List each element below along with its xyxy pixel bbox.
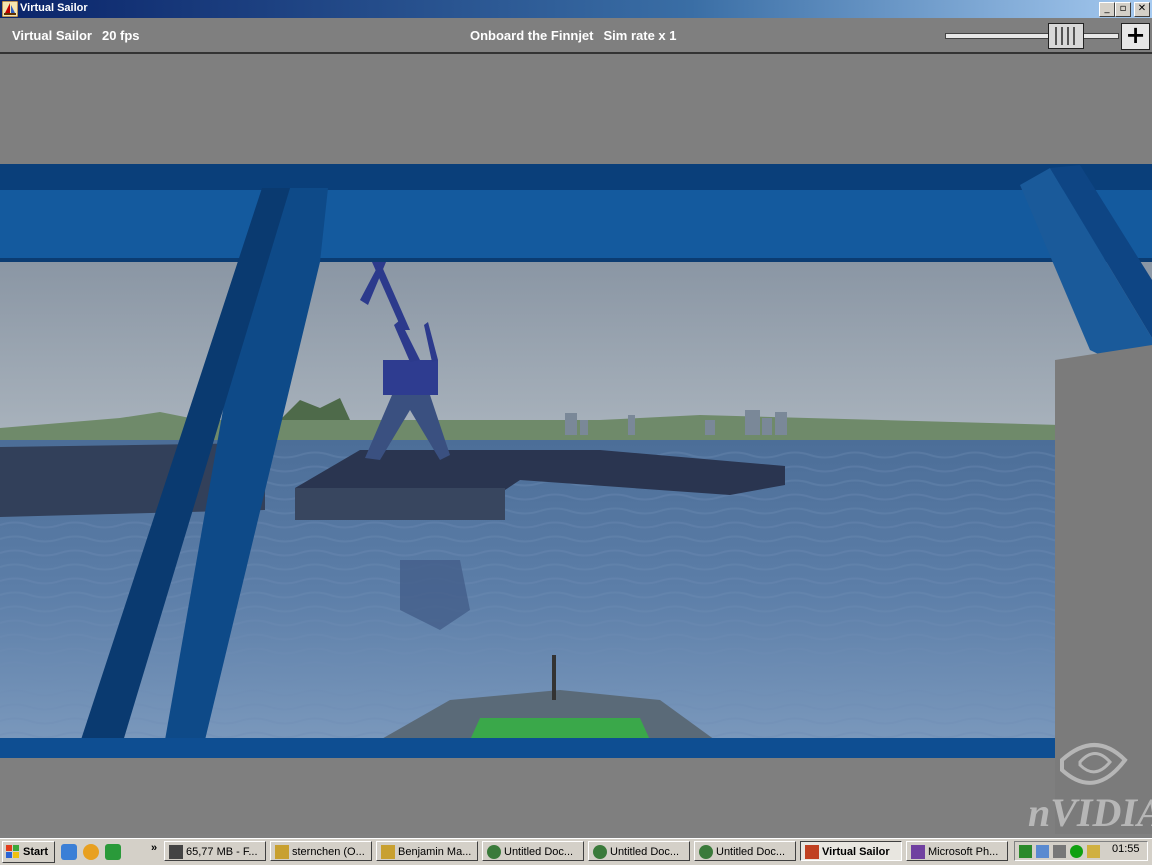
bridge-console-top <box>0 758 1152 834</box>
windows-logo-icon <box>6 845 19 858</box>
close-button[interactable]: ✕ <box>1134 2 1150 17</box>
chat-icon <box>275 845 289 859</box>
media-player-icon[interactable] <box>83 844 99 860</box>
zoom-slider-track[interactable] <box>945 33 1119 39</box>
taskbar-item[interactable]: Untitled Doc... <box>482 841 584 861</box>
globe-icon <box>487 845 501 859</box>
start-button[interactable]: Start <box>2 841 55 863</box>
bridge-window-top-rail <box>0 164 1152 190</box>
taskbar-item-active[interactable]: Virtual Sailor <box>800 841 902 861</box>
internet-explorer-icon[interactable] <box>61 844 77 860</box>
taskbar-item[interactable]: Microsoft Ph... <box>906 841 1008 861</box>
hud-status-left: Virtual Sailor 20 fps <box>12 28 140 43</box>
hud-status-center: Onboard the Finnjet Sim rate x 1 <box>470 28 677 43</box>
globe-icon <box>699 845 713 859</box>
folder-icon[interactable] <box>1087 845 1100 858</box>
globe-icon <box>593 845 607 859</box>
nvidia-watermark-text: nVIDIA <box>1028 790 1152 834</box>
hud-app-name: Virtual Sailor <box>12 28 92 43</box>
sailboat-icon <box>805 845 819 859</box>
zoom-slider-thumb[interactable] <box>1048 23 1084 49</box>
start-label: Start <box>23 846 49 858</box>
bridge-ceiling <box>0 54 1152 164</box>
taskbar-clock[interactable]: 01:55 <box>1112 841 1140 857</box>
hud-vessel: Onboard the Finnjet <box>470 28 594 43</box>
window-title-bar[interactable]: Virtual Sailor _ ▫ ✕ <box>0 0 1152 18</box>
bridge-window-sill <box>0 738 1152 758</box>
window-title: Virtual Sailor <box>20 2 88 14</box>
taskbar-item[interactable]: Untitled Doc... <box>694 841 796 861</box>
bridge-view-scene[interactable]: nVIDIA <box>0 54 1152 834</box>
zoom-in-button[interactable]: + <box>1121 23 1150 50</box>
taskbar-item[interactable]: Benjamin Ma... <box>376 841 478 861</box>
sim-hud-bar: Virtual Sailor 20 fps Onboard the Finnjet… <box>0 18 1152 54</box>
network-icon[interactable] <box>1019 845 1032 858</box>
monitor-icon[interactable] <box>1036 845 1049 858</box>
photoeditor-icon <box>911 845 925 859</box>
sailboat-icon <box>2 1 18 17</box>
quicklaunch-overflow-button[interactable]: » <box>151 842 157 854</box>
status-dot-icon[interactable] <box>1070 845 1083 858</box>
minimize-button[interactable]: _ <box>1099 2 1115 17</box>
taskbar-item[interactable]: Untitled Doc... <box>588 841 690 861</box>
show-desktop-icon[interactable] <box>105 844 121 860</box>
bridge-side-wall <box>1055 345 1152 834</box>
taskbar-item[interactable]: sternchen (O... <box>270 841 372 861</box>
windows-taskbar: Start » 65,77 MB - F... sternchen (O... … <box>0 838 1152 865</box>
hud-fps: 20 fps <box>101 28 140 43</box>
chat-icon <box>381 845 395 859</box>
taskbar-item[interactable]: 65,77 MB - F... <box>164 841 266 861</box>
restore-button[interactable]: ▫ <box>1115 2 1131 17</box>
usb-icon[interactable] <box>1053 845 1066 858</box>
film-icon <box>169 845 183 859</box>
hud-sim-rate: Sim rate x 1 <box>603 28 677 43</box>
bridge-upper-panel <box>0 190 1152 262</box>
